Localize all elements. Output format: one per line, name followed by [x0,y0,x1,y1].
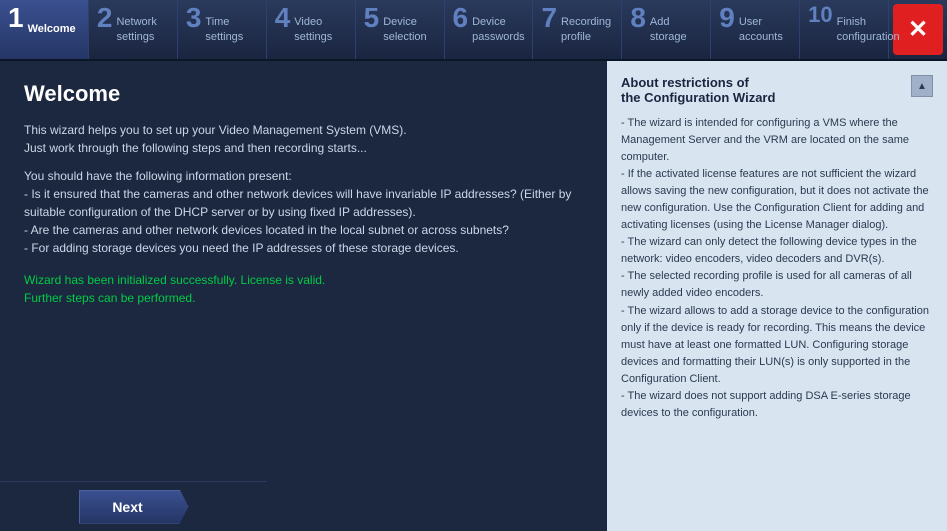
right-panel-header: About restrictions of the Configuration … [621,75,933,105]
nav-item-add-storage[interactable]: 8 Addstorage [622,0,711,59]
nav-number-6: 6 [453,0,469,32]
nav-number-2: 2 [97,0,113,32]
nav-label-device-selection: Deviceselection [383,15,426,44]
nav-item-recording[interactable]: 7 Recordingprofile [533,0,622,59]
nav-number-3: 3 [186,0,202,32]
nav-number-10: 10 [808,0,832,26]
close-button[interactable]: ✕ [893,4,943,55]
nav-label-user-accounts: Useraccounts [739,15,783,44]
main-content: Welcome This wizard helps you to set up … [0,61,947,531]
nav-label-welcome: Welcome [28,22,76,36]
success-message: Wizard has been initialized successfully… [24,271,583,307]
nav-item-network[interactable]: 2 Networksettings [89,0,178,59]
nav-number-1: 1 [8,0,24,32]
nav-label-finish: Finishconfiguration [837,15,900,44]
nav-item-welcome[interactable]: 1 Welcome [0,0,89,59]
nav-label-recording: Recordingprofile [561,15,611,44]
left-panel: Welcome This wizard helps you to set up … [0,61,607,531]
nav-label-network: Networksettings [116,15,156,44]
success-line2: Further steps can be performed. [24,291,195,305]
nav-item-user-accounts[interactable]: 9 Useraccounts [711,0,800,59]
success-line1: Wizard has been initialized successfully… [24,273,325,287]
welcome-paragraph1: This wizard helps you to set up your Vid… [24,121,583,157]
top-nav: 1 Welcome 2 Networksettings 3 Timesettin… [0,0,947,61]
right-panel-content: - The wizard is intended for configuring… [621,115,933,422]
welcome-title: Welcome [24,81,583,107]
nav-label-video: Videosettings [294,15,332,44]
nav-label-device-passwords: Devicepasswords [472,15,525,44]
nav-item-device-passwords[interactable]: 6 Devicepasswords [445,0,534,59]
nav-number-8: 8 [630,0,646,32]
nav-item-finish[interactable]: 10 Finishconfiguration [800,0,889,59]
right-panel-title-line1: About restrictions of [621,75,749,90]
right-panel-title-line2: the Configuration Wizard [621,90,775,105]
nav-item-video[interactable]: 4 Videosettings [267,0,356,59]
welcome-paragraph2: You should have the following informatio… [24,167,583,257]
scroll-up-button[interactable]: ▲ [911,75,933,97]
right-panel: About restrictions of the Configuration … [607,61,947,531]
nav-item-time[interactable]: 3 Timesettings [178,0,267,59]
next-button[interactable]: Next [79,490,189,524]
nav-label-add-storage: Addstorage [650,15,687,44]
close-icon: ✕ [908,15,928,44]
nav-label-time: Timesettings [205,15,243,44]
left-content-wrapper: Welcome This wizard helps you to set up … [0,61,607,531]
bottom-bar: Next [0,481,267,531]
nav-number-7: 7 [541,0,557,32]
nav-number-5: 5 [364,0,380,32]
nav-number-9: 9 [719,0,735,32]
nav-number-4: 4 [275,0,291,32]
nav-item-device-selection[interactable]: 5 Deviceselection [356,0,445,59]
